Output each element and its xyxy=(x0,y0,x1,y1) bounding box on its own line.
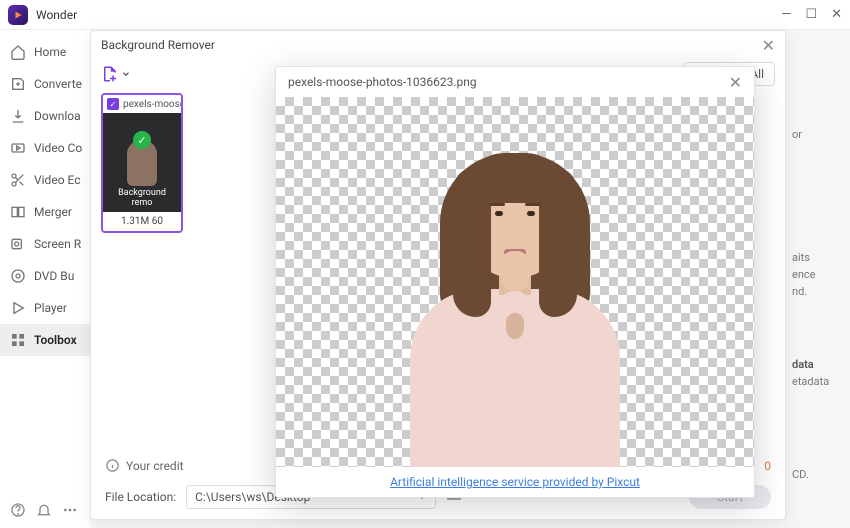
preview-image xyxy=(276,97,754,467)
sidebar: Home Converte Downloa Video Co Video Ec … xyxy=(0,30,90,528)
sidebar-bottom xyxy=(0,492,90,528)
panel-title: Background Remover xyxy=(101,38,215,52)
thumbnail-filename: pexels-moose xyxy=(123,99,181,110)
bell-icon[interactable] xyxy=(36,502,52,518)
chevron-down-icon xyxy=(121,69,131,79)
preview-filename: pexels-moose-photos-1036623.png xyxy=(288,75,477,89)
sidebar-label: Home xyxy=(34,45,66,59)
sidebar-label: Player xyxy=(34,301,67,315)
video-icon xyxy=(10,140,26,156)
sidebar-item-video-editor[interactable]: Video Ec xyxy=(0,164,90,196)
download-icon xyxy=(10,108,26,124)
sidebar-label: Screen R xyxy=(34,237,81,251)
minimize-icon[interactable]: — xyxy=(781,7,791,22)
more-icon[interactable] xyxy=(62,502,78,518)
app-name: Wonder xyxy=(36,8,77,22)
file-location-label: File Location: xyxy=(105,490,176,504)
merge-icon xyxy=(10,204,26,220)
add-file-icon xyxy=(101,65,119,83)
grid-icon xyxy=(10,332,26,348)
thumbnail-image: ✓ Background remo xyxy=(103,113,181,212)
window-controls: — ☐ ✕ xyxy=(781,7,842,22)
play-icon xyxy=(10,300,26,316)
close-icon[interactable]: ✕ xyxy=(831,7,842,22)
preview-close-icon[interactable]: ✕ xyxy=(729,73,742,92)
sidebar-item-converter[interactable]: Converte xyxy=(0,68,90,100)
sidebar-label: Merger xyxy=(34,205,72,219)
sidebar-item-screen-recorder[interactable]: Screen R xyxy=(0,228,90,260)
home-icon xyxy=(10,44,26,60)
titlebar: Wonder — ☐ ✕ xyxy=(0,0,850,30)
success-badge-icon: ✓ xyxy=(133,131,151,149)
background-text-strip: or aits ence nd. data etadata CD. xyxy=(786,30,850,528)
thumbnail-card[interactable]: ✓ pexels-moose ✓ Background remo 1.31M 6… xyxy=(101,93,183,233)
sidebar-item-toolbox[interactable]: Toolbox xyxy=(0,324,90,356)
scissors-icon xyxy=(10,172,26,188)
preview-dialog: pexels-moose-photos-1036623.png ✕ xyxy=(275,66,755,498)
maximize-icon[interactable]: ☐ xyxy=(805,7,817,22)
credit-count: 0 xyxy=(764,459,771,473)
add-file-button[interactable] xyxy=(101,65,131,83)
convert-icon xyxy=(10,76,26,92)
sidebar-label: Converte xyxy=(34,77,82,91)
checkbox-icon[interactable]: ✓ xyxy=(107,98,119,110)
sidebar-item-home[interactable]: Home xyxy=(0,36,90,68)
sidebar-label: Toolbox xyxy=(34,333,77,347)
sidebar-item-dvd-burner[interactable]: DVD Bu xyxy=(0,260,90,292)
app-logo xyxy=(8,5,28,25)
sidebar-item-downloader[interactable]: Downloa xyxy=(0,100,90,132)
sidebar-label: DVD Bu xyxy=(34,269,74,283)
pixcut-link[interactable]: Artificial intelligence service provided… xyxy=(390,475,640,489)
sidebar-item-player[interactable]: Player xyxy=(0,292,90,324)
record-icon xyxy=(10,236,26,252)
sidebar-item-merger[interactable]: Merger xyxy=(0,196,90,228)
sidebar-item-video-compress[interactable]: Video Co xyxy=(0,132,90,164)
info-icon xyxy=(105,458,120,473)
disc-icon xyxy=(10,268,26,284)
sidebar-label: Video Ec xyxy=(34,173,81,187)
thumbnail-status: Background remo xyxy=(107,188,177,208)
help-icon[interactable] xyxy=(10,502,26,518)
thumbnail-size: 1.31M 60 xyxy=(103,212,181,231)
credit-label: Your credit xyxy=(126,459,184,473)
sidebar-label: Video Co xyxy=(34,141,82,155)
sidebar-label: Downloa xyxy=(34,109,81,123)
panel-close-icon[interactable]: ✕ xyxy=(762,36,775,55)
